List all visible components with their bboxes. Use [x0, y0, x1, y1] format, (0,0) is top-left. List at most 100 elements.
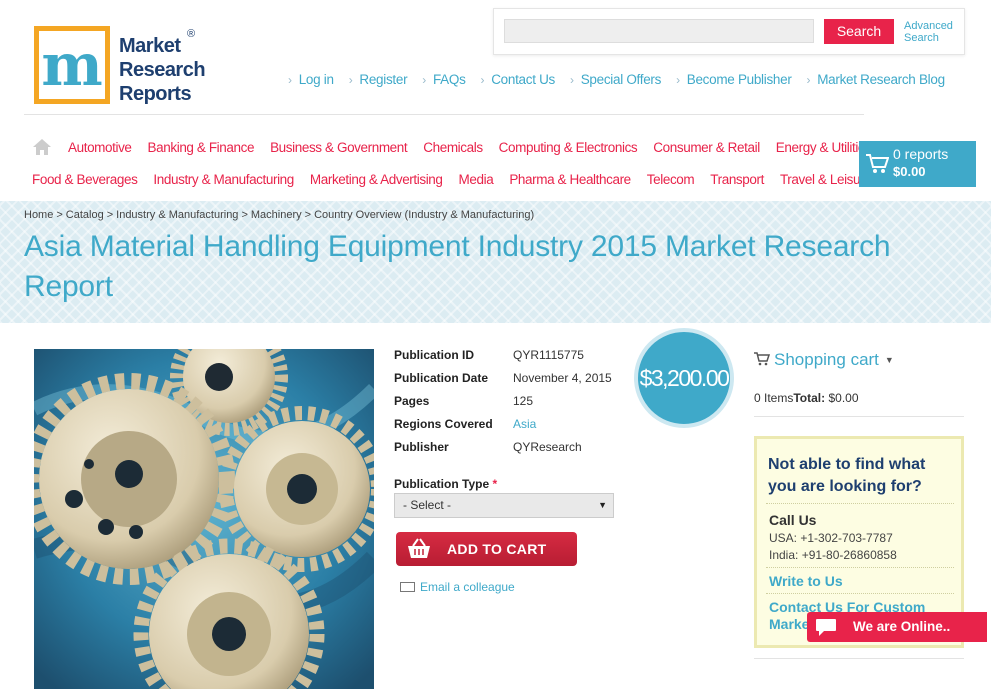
detail-value: QYResearch [513, 440, 582, 454]
nav-computing-electronics[interactable]: Computing & Electronics [499, 140, 638, 155]
category-nav-row-2: Food & Beverages Industry & Manufacturin… [32, 172, 887, 187]
sidebar-divider [754, 658, 964, 659]
breadcrumb-machinery[interactable]: Machinery [251, 209, 302, 221]
nav-industry-manufacturing[interactable]: Industry & Manufacturing [153, 172, 294, 187]
nav-food-beverages[interactable]: Food & Beverages [32, 172, 138, 187]
register-link[interactable]: Register [349, 72, 407, 87]
nav-consumer-retail[interactable]: Consumer & Retail [653, 140, 760, 155]
logo-mark: m [34, 26, 110, 104]
email-colleague-link[interactable]: Email a colleague [400, 580, 515, 594]
detail-label: Publisher [394, 440, 449, 454]
cart-total: $0.00 [893, 164, 926, 179]
nav-travel-leisure[interactable]: Travel & Leisure [780, 172, 872, 187]
required-mark: * [492, 477, 498, 491]
cart-summary: 0 ItemsTotal: $0.00 [754, 391, 859, 405]
publication-type-text: Publication Type [394, 477, 490, 491]
detail-row-publication-id: Publication ID QYR1115775 [394, 348, 634, 368]
site-logo[interactable]: m Market Research Reports ® [34, 26, 209, 108]
phone-india: India: +91-80-26860858 [769, 548, 897, 562]
breadcrumb-industry[interactable]: Industry & Manufacturing [116, 209, 238, 221]
breadcrumb-country-overview[interactable]: Country Overview (Industry & Manufacturi… [314, 209, 534, 221]
phone-usa: USA: +1-302-703-7787 [769, 531, 893, 545]
logo-letter: m [41, 31, 103, 99]
cart-total-label: Total: [793, 391, 826, 405]
nav-business-government[interactable]: Business & Government [270, 140, 408, 155]
faqs-link[interactable]: FAQs [422, 72, 466, 87]
login-link[interactable]: Log in [288, 72, 334, 87]
nav-transport[interactable]: Transport [710, 172, 764, 187]
become-publisher-link[interactable]: Become Publisher [676, 72, 792, 87]
help-divider [766, 503, 954, 504]
title-banner: Home > Catalog > Industry & Manufacturing > Ma… [0, 201, 991, 323]
shopping-cart-heading[interactable]: Shopping cart ▼ [754, 350, 894, 370]
advanced-search-link[interactable]: Advanced Search [904, 20, 953, 44]
cart-icon [866, 154, 889, 173]
nav-telecom[interactable]: Telecom [647, 172, 695, 187]
chat-icon [816, 619, 836, 636]
help-divider [766, 593, 954, 594]
sidebar-divider [754, 416, 964, 417]
detail-label: Publication ID [394, 348, 475, 362]
nav-media[interactable]: Media [459, 172, 494, 187]
detail-value: 125 [513, 394, 534, 408]
category-nav-row-1: Automotive Banking & Finance Business & … [68, 140, 887, 155]
nav-divider [24, 114, 864, 115]
breadcrumb-catalog[interactable]: Catalog [66, 209, 104, 221]
nav-pharma-healthcare[interactable]: Pharma & Healthcare [509, 172, 631, 187]
nav-banking-finance[interactable]: Banking & Finance [148, 140, 255, 155]
logo-wordmark: Market Research Reports [119, 34, 206, 106]
add-to-cart-button[interactable]: ADD TO CART [396, 532, 577, 566]
region-link[interactable]: Asia [513, 417, 536, 431]
breadcrumb-separator: > [106, 209, 114, 221]
search-input[interactable] [504, 19, 814, 43]
basket-icon [408, 538, 430, 558]
help-divider [766, 567, 954, 568]
write-to-us-link[interactable]: Write to Us [769, 573, 843, 589]
detail-row-publisher: Publisher QYResearch [394, 440, 634, 460]
detail-row-publication-date: Publication Date November 4, 2015 [394, 371, 634, 391]
search-box: Search Advanced Search [493, 8, 965, 55]
call-us-heading: Call Us [769, 512, 817, 528]
advanced-search-line-1: Advanced [904, 20, 953, 32]
blog-link[interactable]: Market Research Blog [807, 72, 945, 87]
nav-chemicals[interactable]: Chemicals [423, 140, 483, 155]
chevron-down-icon: ▼ [884, 355, 894, 365]
registered-mark: ® [187, 28, 196, 40]
detail-label: Publication Date [394, 371, 489, 385]
dropdown-arrow-icon: ▼ [598, 500, 607, 510]
special-offers-link[interactable]: Special Offers [570, 72, 662, 87]
chat-label: We are Online.. [853, 619, 951, 634]
cart-items-count: 0 Items [754, 391, 794, 405]
cart-total-value: $0.00 [828, 391, 859, 405]
search-button[interactable]: Search [824, 19, 894, 44]
contact-us-link[interactable]: Contact Us [481, 72, 555, 87]
mail-icon [400, 582, 415, 592]
price-badge: $3,200.00 [634, 328, 734, 428]
product-image [34, 349, 374, 689]
publication-type-select[interactable]: - Select - ▼ [394, 493, 614, 518]
page-title: Asia Material Handling Equipment Industr… [24, 230, 891, 303]
breadcrumb-separator: > [304, 209, 312, 221]
logo-line-2: Research [119, 59, 206, 81]
publication-type-selected: - Select - [403, 498, 452, 512]
nav-automotive[interactable]: Automotive [68, 140, 132, 155]
publication-type-label: Publication Type * [394, 477, 497, 491]
detail-row-regions: Regions Covered Asia [394, 417, 634, 437]
advanced-search-line-2: Search [904, 32, 939, 44]
detail-row-pages: Pages 125 [394, 394, 634, 414]
cart-count: 0 reports [893, 146, 949, 162]
header-cart-button[interactable]: 0 reports $0.00 [859, 141, 976, 187]
top-links: Log in Register FAQs Contact Us Special … [288, 72, 960, 87]
breadcrumb-separator: > [241, 209, 248, 221]
breadcrumb-separator: > [56, 209, 63, 221]
add-to-cart-label: ADD TO CART [447, 541, 547, 557]
online-chat-widget[interactable]: We are Online.. [807, 612, 987, 642]
detail-label: Regions Covered [394, 417, 493, 431]
help-title: Not able to find what you are looking fo… [768, 456, 926, 495]
breadcrumb-home[interactable]: Home [24, 209, 53, 221]
nav-marketing-advertising[interactable]: Marketing & Advertising [310, 172, 443, 187]
detail-label: Pages [394, 394, 430, 408]
breadcrumb: Home > Catalog > Industry & Manufacturing > Ma… [24, 209, 534, 221]
home-icon[interactable] [33, 139, 51, 155]
nav-energy-utilities[interactable]: Energy & Utilities [776, 140, 872, 155]
